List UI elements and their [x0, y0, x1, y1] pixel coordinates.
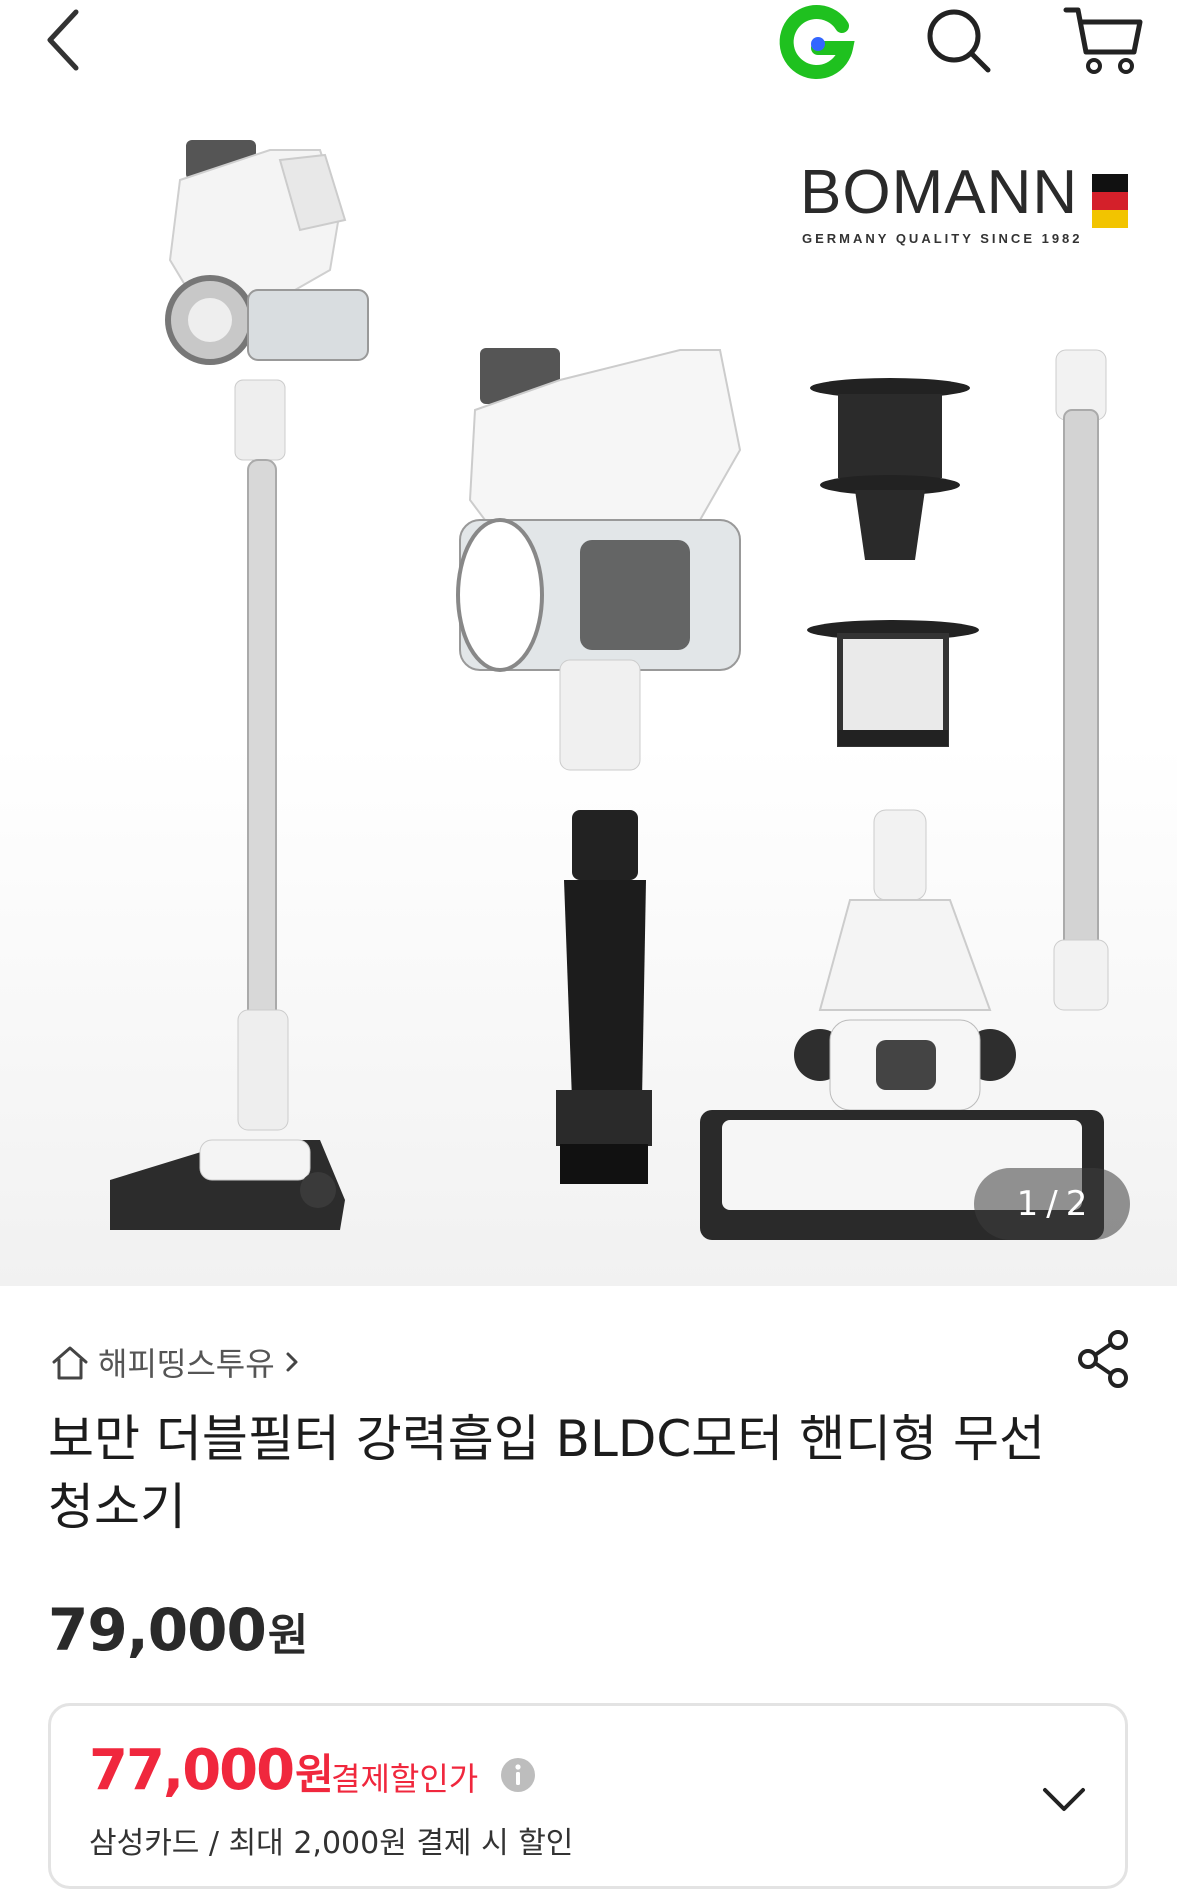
search-button[interactable] [920, 4, 996, 80]
discount-price-value: 77,000 [89, 1738, 295, 1803]
seller-name: 해피띵스투유 [98, 1345, 275, 1383]
share-button[interactable] [1072, 1326, 1136, 1392]
flag-icon [1092, 174, 1128, 228]
brand-logo: BOMANN GERMANY QUALITY SINCE 1982 [800, 158, 1140, 268]
chevron-right-icon [286, 1352, 298, 1372]
handheld-vacuum-illustration [456, 348, 742, 771]
home-icon [52, 1346, 88, 1380]
chevron-down-icon [1043, 1788, 1085, 1811]
product-image-gallery[interactable]: BOMANN GERMANY QUALITY SINCE 1982 1/2 [0, 80, 1177, 1286]
crevice-tool-illustration [556, 810, 652, 1184]
payment-discount-panel[interactable]: 77,000원 결제할인가 삼성카드 / 최대 2,000원 결제 시 할인 [48, 1703, 1128, 1889]
extension-tube-illustration [1053, 349, 1109, 1011]
top-app-bar [0, 0, 1177, 80]
cart-icon [1063, 7, 1143, 74]
card-discount-info: 삼성카드 / 최대 2,000원 결제 시 할인 [89, 1826, 574, 1861]
product-title: 보만 더블필터 강력흡입 BLDC모터 핸디형 무선청소기 [48, 1410, 1046, 1536]
search-icon [927, 9, 991, 73]
price-unit: 원 [267, 1610, 308, 1661]
product-price: 79,000원 [48, 1596, 308, 1664]
back-button[interactable] [40, 4, 100, 74]
chevron-left-icon [47, 9, 79, 71]
price-value: 79,000 [48, 1596, 267, 1664]
expand-discount-button[interactable] [1031, 1772, 1097, 1828]
filter-parts-illustration [807, 378, 979, 747]
pager-current: 1 [1016, 1184, 1039, 1224]
brand-name: BOMANN [800, 158, 1079, 227]
info-icon[interactable] [499, 1756, 537, 1794]
cart-button[interactable] [1062, 2, 1144, 80]
discount-price-unit: 원 [295, 1750, 334, 1799]
image-pager: 1/2 [974, 1168, 1130, 1240]
stick-vacuum-illustration [110, 140, 369, 1230]
brand-tagline: GERMANY QUALITY SINCE 1982 [802, 231, 1083, 246]
g-logo-icon[interactable] [776, 4, 856, 80]
seller-store-link[interactable]: 해피띵스투유 [48, 1334, 303, 1390]
discount-price: 77,000원 [89, 1736, 334, 1810]
pager-total: 2 [1065, 1184, 1088, 1224]
share-icon [1078, 1330, 1128, 1388]
pager-separator: / [1046, 1184, 1058, 1224]
discount-label: 결제할인가 [331, 1760, 479, 1798]
